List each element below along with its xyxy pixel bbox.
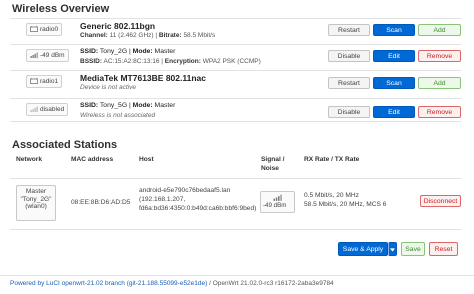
signal-bars-icon <box>273 194 282 201</box>
station-network-ssid: "Tony_2G" <box>20 195 52 203</box>
tony-2g-disable-button[interactable]: Disable <box>328 50 370 62</box>
tony-5g-status-note: Wireless is not associated <box>80 112 156 119</box>
channel-key: Channel: <box>80 32 108 39</box>
radio1-tag-label: radio1 <box>40 78 59 85</box>
radio0-add-button[interactable]: Add <box>418 24 461 36</box>
ssid-key: SSID: <box>80 102 99 109</box>
radio0-scan-button[interactable]: Scan <box>373 24 415 36</box>
wireless-overview-heading: Wireless Overview <box>12 3 110 15</box>
save-apply-group: Save & Apply <box>338 242 397 256</box>
radio1-add-button[interactable]: Add <box>418 77 461 89</box>
save-and-apply-button[interactable]: Save & Apply <box>338 242 388 256</box>
station-rx-rate: 0.5 Mbit/s, 20 MHz <box>304 192 359 199</box>
tony-2g-title: SSID: Tony_2G | Mode: Master <box>80 48 175 55</box>
col-host: Host <box>139 156 154 163</box>
wifi-device-icon <box>30 26 38 33</box>
signal-bars-icon <box>30 52 38 59</box>
ssid-value: Tony_5G | <box>98 102 133 109</box>
radio1-status: Device is not active <box>80 84 136 91</box>
radio1-scan-button[interactable]: Scan <box>373 77 415 89</box>
tony-5g-disable-button[interactable]: Disable <box>328 106 370 118</box>
signal-tag-label: -49 dBm <box>40 52 65 59</box>
footer-divider <box>0 275 474 276</box>
station-row: Master "Tony_2G" (wlan0) 08:EE:8B:D6:AD:… <box>10 178 461 230</box>
radio0-tag-label: radio0 <box>40 26 59 33</box>
col-rx-tx-rate: RX Rate / TX Rate <box>304 156 360 163</box>
openwrt-version: OpenWrt 21.02.0-rc3 r16172-2aba3e9784 <box>212 280 334 287</box>
encryption-key: Encryption: <box>164 58 201 65</box>
station-signal-value: -49 dBm <box>263 202 287 209</box>
disconnect-button[interactable]: Disconnect <box>420 195 461 207</box>
tony-5g-title: SSID: Tony_5G | Mode: Master <box>80 102 175 109</box>
ssid-value: Tony_2G | <box>98 48 133 55</box>
station-network-mode: Master <box>25 188 47 195</box>
radio1-restart-button[interactable]: Restart <box>328 77 370 89</box>
radio0-title: Generic 802.11bgn <box>80 21 156 31</box>
mode-value: Master <box>152 48 176 55</box>
col-mac-address: MAC address <box>71 156 114 163</box>
radio-row-radio0: radio0 Generic 802.11bgn Channel: 11 (2.… <box>10 18 461 41</box>
mode-key: Mode: <box>132 48 153 55</box>
station-tx-rate: 58.5 Mbit/s, 20 MHz, MCS 6 <box>304 201 387 208</box>
disabled-tag-label: disabled <box>40 106 65 113</box>
station-signal-badge: -49 dBm <box>260 191 295 213</box>
station-network-iface: (wlan0) <box>25 203 47 210</box>
radio1-title: MediaTek MT7613BE 802.11nac <box>80 73 206 83</box>
mode-value: Master <box>152 102 176 109</box>
tony-2g-edit-button[interactable]: Edit <box>373 50 415 62</box>
station-host-ipv6: fd6a:bd36:4350:0:b49d:ca6b:bbf6:9bed) <box>139 205 257 212</box>
station-network-badge: Master "Tony_2G" (wlan0) <box>16 185 56 221</box>
radio1-status-note: Device is not active <box>80 84 136 91</box>
station-host-name: android-e5e790c76bedaaf5.lan <box>139 187 231 194</box>
ssid-key: SSID: <box>80 48 99 55</box>
col-network: Network <box>16 156 43 163</box>
signal-bars-disabled-icon <box>30 106 38 113</box>
signal-tag: -49 dBm <box>26 49 69 62</box>
footer: Powered by LuCI openwrt-21.02 branch (gi… <box>10 280 334 287</box>
tony-5g-status: Wireless is not associated <box>80 112 155 119</box>
save-button[interactable]: Save <box>401 242 425 256</box>
chevron-down-icon <box>390 248 395 252</box>
radio0-details: Channel: 11 (2.462 GHz) | Bitrate: 58.5 … <box>80 32 215 39</box>
station-mac-address: 08:EE:8B:D6:AD:D5 <box>71 199 131 206</box>
disabled-tag: disabled <box>26 103 69 116</box>
encryption-value: WPA2 PSK (CCMP) <box>200 58 261 65</box>
tony-5g-remove-button[interactable]: Remove <box>418 106 461 118</box>
radio0-restart-button[interactable]: Restart <box>328 24 370 36</box>
network-row-tony-2g: -49 dBm SSID: Tony_2G | Mode: Master BSS… <box>10 44 461 67</box>
bitrate-value: 58.5 Mbit/s <box>181 32 216 39</box>
wifi-device-icon <box>30 78 38 85</box>
tony-2g-remove-button[interactable]: Remove <box>418 50 461 62</box>
bitrate-key: Bitrate: <box>158 32 182 39</box>
bssid-key: BSSID: <box>80 58 103 65</box>
tony-5g-edit-button[interactable]: Edit <box>373 106 415 118</box>
channel-value: 11 (2.462 GHz) | <box>107 32 159 39</box>
station-host-ipv4: (192.168.1.207, <box>139 196 186 203</box>
network-row-tony-5g: disabled SSID: Tony_5G | Mode: Master Wi… <box>10 98 461 122</box>
col-signal-noise: Signal / Noise <box>261 156 285 172</box>
tony-2g-details: BSSID: AC:15:A2:8C:13:16 | Encryption: W… <box>80 58 261 65</box>
radio1-tag: radio1 <box>26 75 63 88</box>
mode-key: Mode: <box>132 102 153 109</box>
reset-button[interactable]: Reset <box>429 242 458 256</box>
bssid-value: AC:15:A2:8C:13:16 | <box>102 58 165 65</box>
associated-stations-heading: Associated Stations <box>12 139 118 151</box>
luci-link[interactable]: Powered by LuCI openwrt-21.02 branch (gi… <box>10 280 207 287</box>
radio-row-radio1: radio1 MediaTek MT7613BE 802.11nac Devic… <box>10 70 461 93</box>
radio0-tag: radio0 <box>26 23 63 36</box>
save-apply-dropdown-button[interactable] <box>388 242 397 256</box>
